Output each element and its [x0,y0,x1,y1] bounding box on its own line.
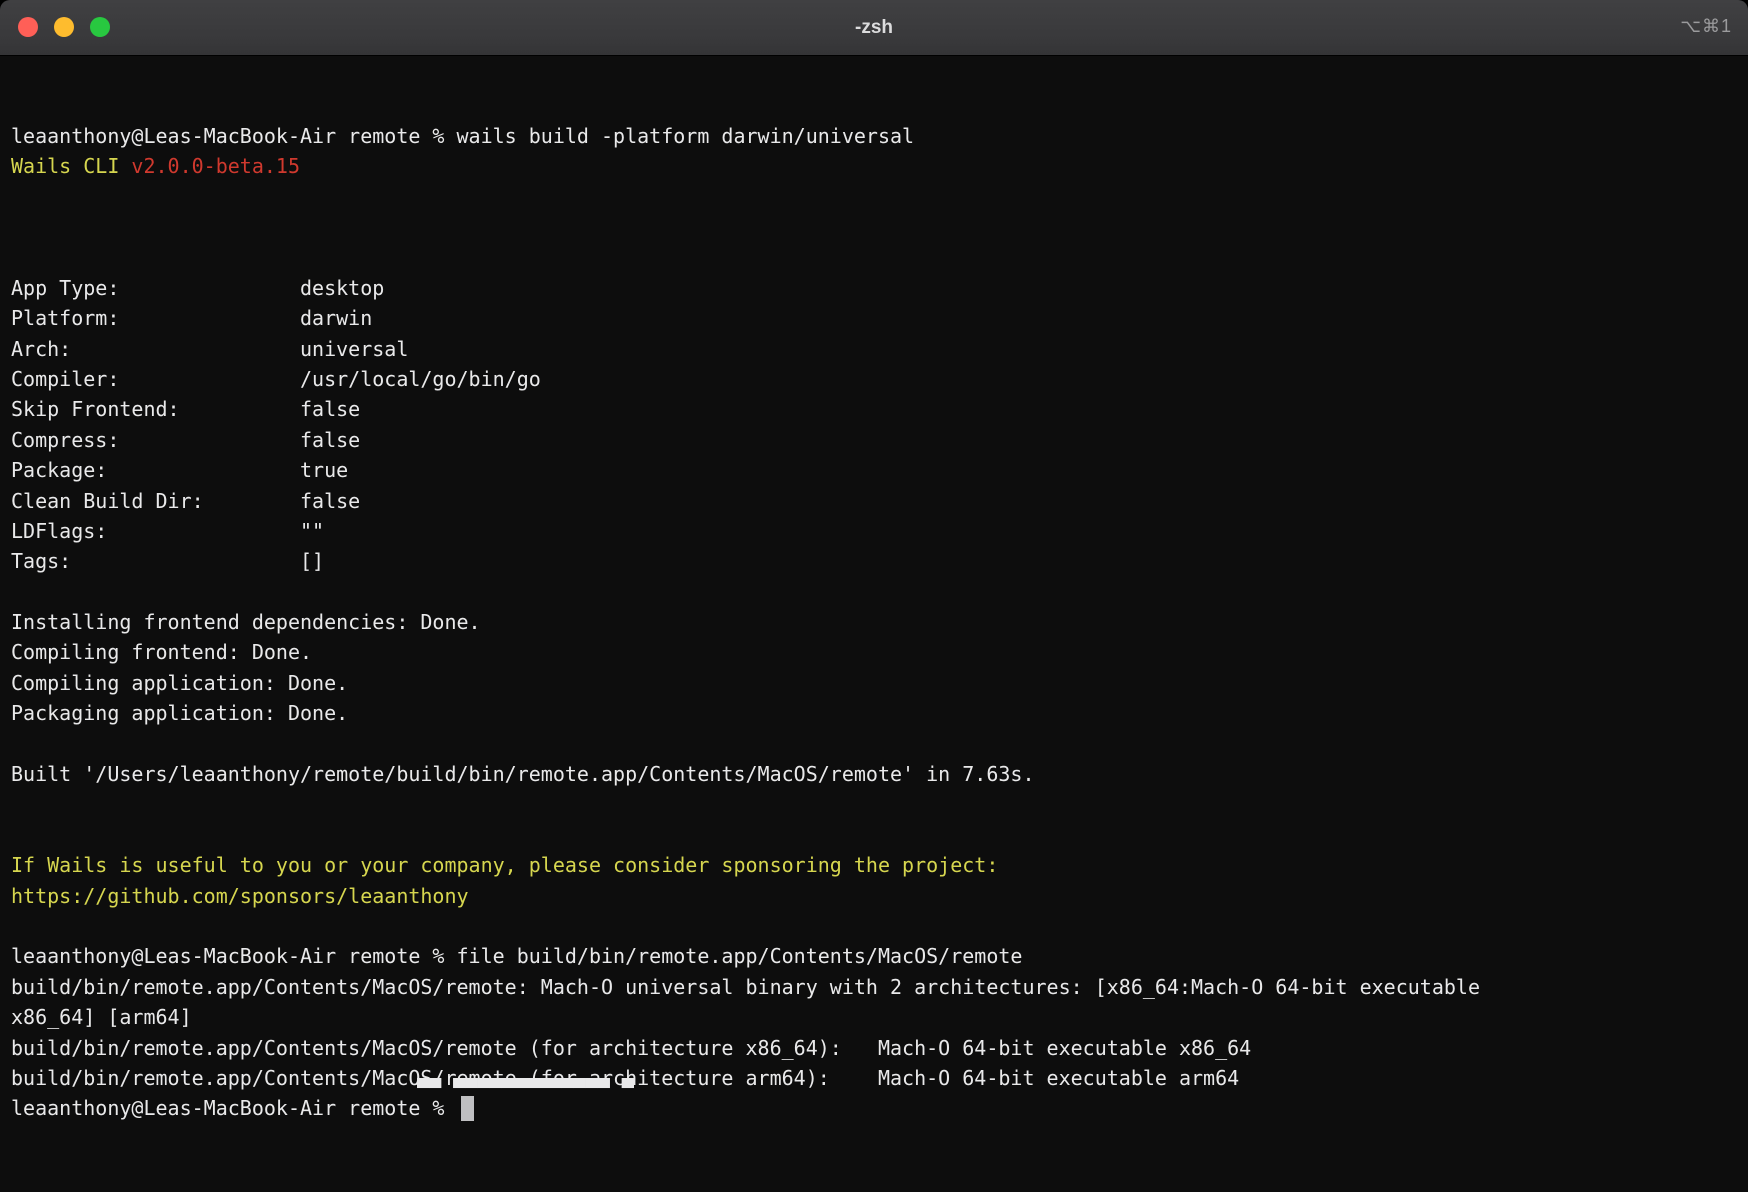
terminal-text: Skip Frontend: false [11,397,360,421]
terminal-text: v2.0.0-beta.15 [131,154,300,178]
terminal-text: Compress: false [11,428,360,452]
terminal-output: leaanthony@Leas-MacBook-Air remote % wai… [11,121,1737,1124]
terminal-line: leaanthony@Leas-MacBook-Air remote % wai… [11,121,1737,151]
terminal-line: If Wails is useful to you or your compan… [11,850,1737,880]
terminal-line: leaanthony@Leas-MacBook-Air remote % fil… [11,941,1737,971]
terminal-text: LDFlags: "" [11,519,324,543]
terminal-line [11,212,1737,242]
terminal-text: Built '/Users/leaanthony/remote/build/bi… [11,762,1035,786]
terminal-line: Skip Frontend: false [11,394,1737,424]
terminal-line: Arch: universal [11,334,1737,364]
terminal-line: LDFlags: "" [11,516,1737,546]
terminal-line: Compiling application: Done. [11,668,1737,698]
terminal-line [11,182,1737,212]
terminal-text: leaanthony@Leas-MacBook-Air remote % wai… [11,124,914,148]
terminal-text: Wails CLI [11,154,131,178]
terminal-text: leaanthony@Leas-MacBook-Air remote % fil… [11,944,1022,968]
terminal-line: Compiling frontend: Done. [11,637,1737,667]
terminal-line: build/bin/remote.app/Contents/MacOS/remo… [11,1063,1737,1093]
terminal-text: Package: true [11,458,348,482]
terminal-line: Compiler: /usr/local/go/bin/go [11,364,1737,394]
traffic-lights [18,17,110,37]
terminal-text: build/bin/remote.app/Contents/MacOS/remo… [11,1036,1251,1060]
terminal-text: If Wails is useful to you or your compan… [11,853,998,877]
terminal-text: Arch: universal [11,337,408,361]
terminal-line [11,789,1737,819]
terminal-text: https://github.com/sponsors/leaanthony [11,884,469,908]
terminal-line: build/bin/remote.app/Contents/MacOS/remo… [11,972,1737,1002]
minimize-button[interactable] [54,17,74,37]
terminal-line [11,729,1737,759]
terminal-text: Packaging application: Done. [11,701,348,725]
terminal-line [11,242,1737,272]
zoom-button[interactable] [90,17,110,37]
terminal-text: Compiling frontend: Done. [11,640,312,664]
terminal-text: App Type: desktop [11,276,384,300]
terminal-line: Compress: false [11,425,1737,455]
terminal-text: Tags: [] [11,549,324,573]
terminal-text: Compiler: /usr/local/go/bin/go [11,367,541,391]
terminal-line: Clean Build Dir: false [11,486,1737,516]
terminal-line [11,577,1737,607]
close-button[interactable] [18,17,38,37]
terminal-line: leaanthony@Leas-MacBook-Air remote % [11,1093,1737,1123]
terminal-line: build/bin/remote.app/Contents/MacOS/remo… [11,1033,1737,1063]
clipped-line: ▀▀ ▀▀▀▀▀▀▀▀▀▀▀▀▀ ▀ [417,1078,634,1091]
terminal-line [11,911,1737,941]
terminal-window: -zsh ⌥⌘1 leaanthony@Leas-MacBook-Air rem… [0,0,1748,1192]
terminal-text: Clean Build Dir: false [11,489,360,513]
terminal-line: Installing frontend dependencies: Done. [11,607,1737,637]
terminal-line: App Type: desktop [11,273,1737,303]
terminal-line: Platform: darwin [11,303,1737,333]
terminal-text: Installing frontend dependencies: Done. [11,610,481,634]
terminal-text: Compiling application: Done. [11,671,348,695]
terminal-line: Built '/Users/leaanthony/remote/build/bi… [11,759,1737,789]
terminal-line: x86_64] [arm64] [11,1002,1737,1032]
window-shortcut: ⌥⌘1 [1680,16,1732,37]
terminal-text: Platform: darwin [11,306,372,330]
terminal-text: x86_64] [arm64] [11,1005,192,1029]
terminal-screen[interactable]: leaanthony@Leas-MacBook-Air remote % wai… [0,56,1748,1192]
terminal-text: leaanthony@Leas-MacBook-Air remote % [11,1096,457,1120]
terminal-cursor [461,1096,474,1121]
terminal-line: Wails CLI v2.0.0-beta.15 [11,151,1737,181]
window-title: -zsh [855,17,893,39]
terminal-line [11,820,1737,850]
terminal-line: https://github.com/sponsors/leaanthony [11,881,1737,911]
terminal-line: Packaging application: Done. [11,698,1737,728]
window-titlebar: -zsh ⌥⌘1 [0,0,1748,56]
terminal-line: Package: true [11,455,1737,485]
terminal-line: Tags: [] [11,546,1737,576]
terminal-text: build/bin/remote.app/Contents/MacOS/remo… [11,975,1480,999]
